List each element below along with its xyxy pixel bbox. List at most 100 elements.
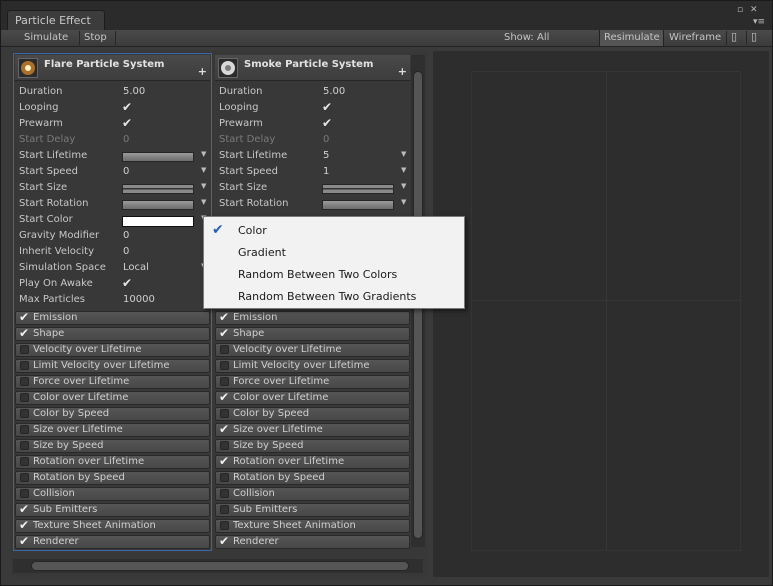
- module-enabled-checkbox[interactable]: [20, 473, 29, 482]
- module-enabled-checkbox[interactable]: [220, 361, 229, 370]
- property-value[interactable]: 5.00: [323, 86, 345, 97]
- module-enabled-checkbox[interactable]: [220, 521, 229, 530]
- scrollbar-thumb[interactable]: [31, 561, 409, 571]
- module-header[interactable]: Size by Speed: [215, 439, 410, 453]
- property-checkbox[interactable]: ✔: [122, 276, 132, 290]
- curve-preview[interactable]: [122, 200, 194, 210]
- module-enabled-checkbox[interactable]: [20, 457, 29, 466]
- module-enabled-checkbox[interactable]: [20, 489, 29, 498]
- mode-dropdown-arrow-icon[interactable]: ▼: [201, 182, 206, 190]
- add-module-icon[interactable]: +: [398, 66, 407, 77]
- curve-preview[interactable]: [322, 200, 394, 210]
- module-header[interactable]: ✔ Shape: [15, 326, 210, 341]
- module-enabled-checkbox[interactable]: [220, 409, 229, 418]
- menu-item[interactable]: Gradient: [204, 241, 464, 263]
- module-header[interactable]: Force over Lifetime: [15, 375, 210, 389]
- curve-preview[interactable]: [122, 152, 194, 162]
- close-icon[interactable]: ✕: [750, 6, 758, 15]
- mode-dropdown-arrow-icon[interactable]: ▼: [401, 198, 406, 206]
- module-header[interactable]: ✔ Shape: [215, 326, 410, 341]
- mode-dropdown-arrow-icon[interactable]: ▼: [401, 166, 406, 174]
- show-filter-dropdown[interactable]: Show: All: [504, 30, 594, 46]
- module-enabled-checkbox[interactable]: ✔: [19, 518, 29, 532]
- panel-header[interactable]: Flare Particle System +: [15, 55, 210, 81]
- module-enabled-checkbox[interactable]: [20, 425, 29, 434]
- window-tab[interactable]: Particle Effect: [7, 10, 105, 30]
- curve-preview[interactable]: [122, 184, 194, 194]
- module-enabled-checkbox[interactable]: [220, 345, 229, 354]
- property-value[interactable]: 1: [323, 166, 329, 177]
- curve-editor-pane[interactable]: [433, 51, 769, 577]
- maximize-icon[interactable]: ▫: [737, 6, 743, 15]
- module-enabled-checkbox[interactable]: ✔: [219, 422, 229, 436]
- property-checkbox[interactable]: ✔: [122, 116, 132, 130]
- mode-dropdown-arrow-icon[interactable]: ▼: [201, 150, 206, 158]
- mode-dropdown-arrow-icon[interactable]: ▼: [201, 166, 206, 174]
- module-header[interactable]: Size over Lifetime: [15, 423, 210, 437]
- module-enabled-checkbox[interactable]: [20, 377, 29, 386]
- module-header[interactable]: Collision: [215, 487, 410, 501]
- module-enabled-checkbox[interactable]: ✔: [219, 326, 229, 340]
- property-checkbox[interactable]: ✔: [322, 100, 332, 114]
- module-enabled-checkbox[interactable]: [220, 473, 229, 482]
- property-checkbox[interactable]: ✔: [322, 116, 332, 130]
- module-header[interactable]: Velocity over Lifetime: [215, 343, 410, 357]
- module-header[interactable]: Sub Emitters: [215, 503, 410, 517]
- module-header[interactable]: Rotation over Lifetime: [15, 455, 210, 469]
- simulate-button[interactable]: Simulate: [15, 30, 75, 46]
- module-enabled-checkbox[interactable]: ✔: [19, 502, 29, 516]
- resimulate-button[interactable]: Resimulate: [599, 30, 664, 46]
- module-header[interactable]: Collision: [15, 487, 210, 501]
- module-header[interactable]: ✔ Emission: [215, 310, 410, 325]
- pane-toggle-icon[interactable]: ▯: [731, 30, 743, 46]
- module-header[interactable]: Force over Lifetime: [215, 375, 410, 389]
- add-module-icon[interactable]: +: [198, 66, 207, 77]
- color-swatch[interactable]: [122, 216, 194, 227]
- property-value[interactable]: 5.00: [123, 86, 145, 97]
- property-value[interactable]: 0: [123, 230, 129, 241]
- module-header[interactable]: ✔ Size over Lifetime: [215, 422, 410, 437]
- mode-dropdown-arrow-icon[interactable]: ▼: [401, 182, 406, 190]
- mode-dropdown-arrow-icon[interactable]: ▼: [401, 150, 406, 158]
- module-enabled-checkbox[interactable]: [220, 489, 229, 498]
- module-enabled-checkbox[interactable]: ✔: [19, 326, 29, 340]
- wireframe-button[interactable]: Wireframe: [669, 30, 725, 46]
- property-value[interactable]: 5: [323, 150, 329, 161]
- module-header[interactable]: ✔ Renderer: [215, 534, 410, 549]
- module-header[interactable]: ✔ Rotation over Lifetime: [215, 454, 410, 469]
- horizontal-scrollbar[interactable]: [13, 559, 423, 573]
- pane-toggle-icon[interactable]: ▯: [751, 30, 763, 46]
- module-header[interactable]: ✔ Renderer: [15, 534, 210, 549]
- curve-preview[interactable]: [322, 184, 394, 194]
- menu-item[interactable]: Random Between Two Gradients: [204, 285, 464, 307]
- module-header[interactable]: Color by Speed: [215, 407, 410, 421]
- module-enabled-checkbox[interactable]: ✔: [219, 390, 229, 404]
- mode-dropdown-arrow-icon[interactable]: ▼: [201, 198, 206, 206]
- module-header[interactable]: ✔ Texture Sheet Animation: [15, 518, 210, 533]
- module-header[interactable]: Velocity over Lifetime: [15, 343, 210, 357]
- panel-header[interactable]: Smoke Particle System +: [215, 55, 410, 81]
- module-enabled-checkbox[interactable]: [20, 409, 29, 418]
- module-enabled-checkbox[interactable]: ✔: [219, 534, 229, 548]
- module-enabled-checkbox[interactable]: ✔: [219, 454, 229, 468]
- module-enabled-checkbox[interactable]: [220, 377, 229, 386]
- module-header[interactable]: ✔ Sub Emitters: [15, 502, 210, 517]
- property-value[interactable]: 0: [123, 246, 129, 257]
- module-header[interactable]: Rotation by Speed: [15, 471, 210, 485]
- module-header[interactable]: ✔ Emission: [15, 310, 210, 325]
- module-header[interactable]: Texture Sheet Animation: [215, 519, 410, 533]
- module-enabled-checkbox[interactable]: [220, 441, 229, 450]
- property-checkbox[interactable]: ✔: [122, 100, 132, 114]
- module-header[interactable]: Color over Lifetime: [15, 391, 210, 405]
- module-enabled-checkbox[interactable]: ✔: [19, 310, 29, 324]
- module-enabled-checkbox[interactable]: ✔: [219, 310, 229, 324]
- window-menu-icon[interactable]: ▾≡: [753, 18, 765, 27]
- menu-item[interactable]: Random Between Two Colors: [204, 263, 464, 285]
- module-enabled-checkbox[interactable]: [20, 393, 29, 402]
- property-value[interactable]: 10000: [123, 294, 155, 305]
- property-value[interactable]: 0: [123, 166, 129, 177]
- menu-item[interactable]: ✔ Color: [204, 219, 464, 241]
- module-enabled-checkbox[interactable]: [220, 505, 229, 514]
- module-header[interactable]: Limit Velocity over Lifetime: [215, 359, 410, 373]
- module-enabled-checkbox[interactable]: [20, 361, 29, 370]
